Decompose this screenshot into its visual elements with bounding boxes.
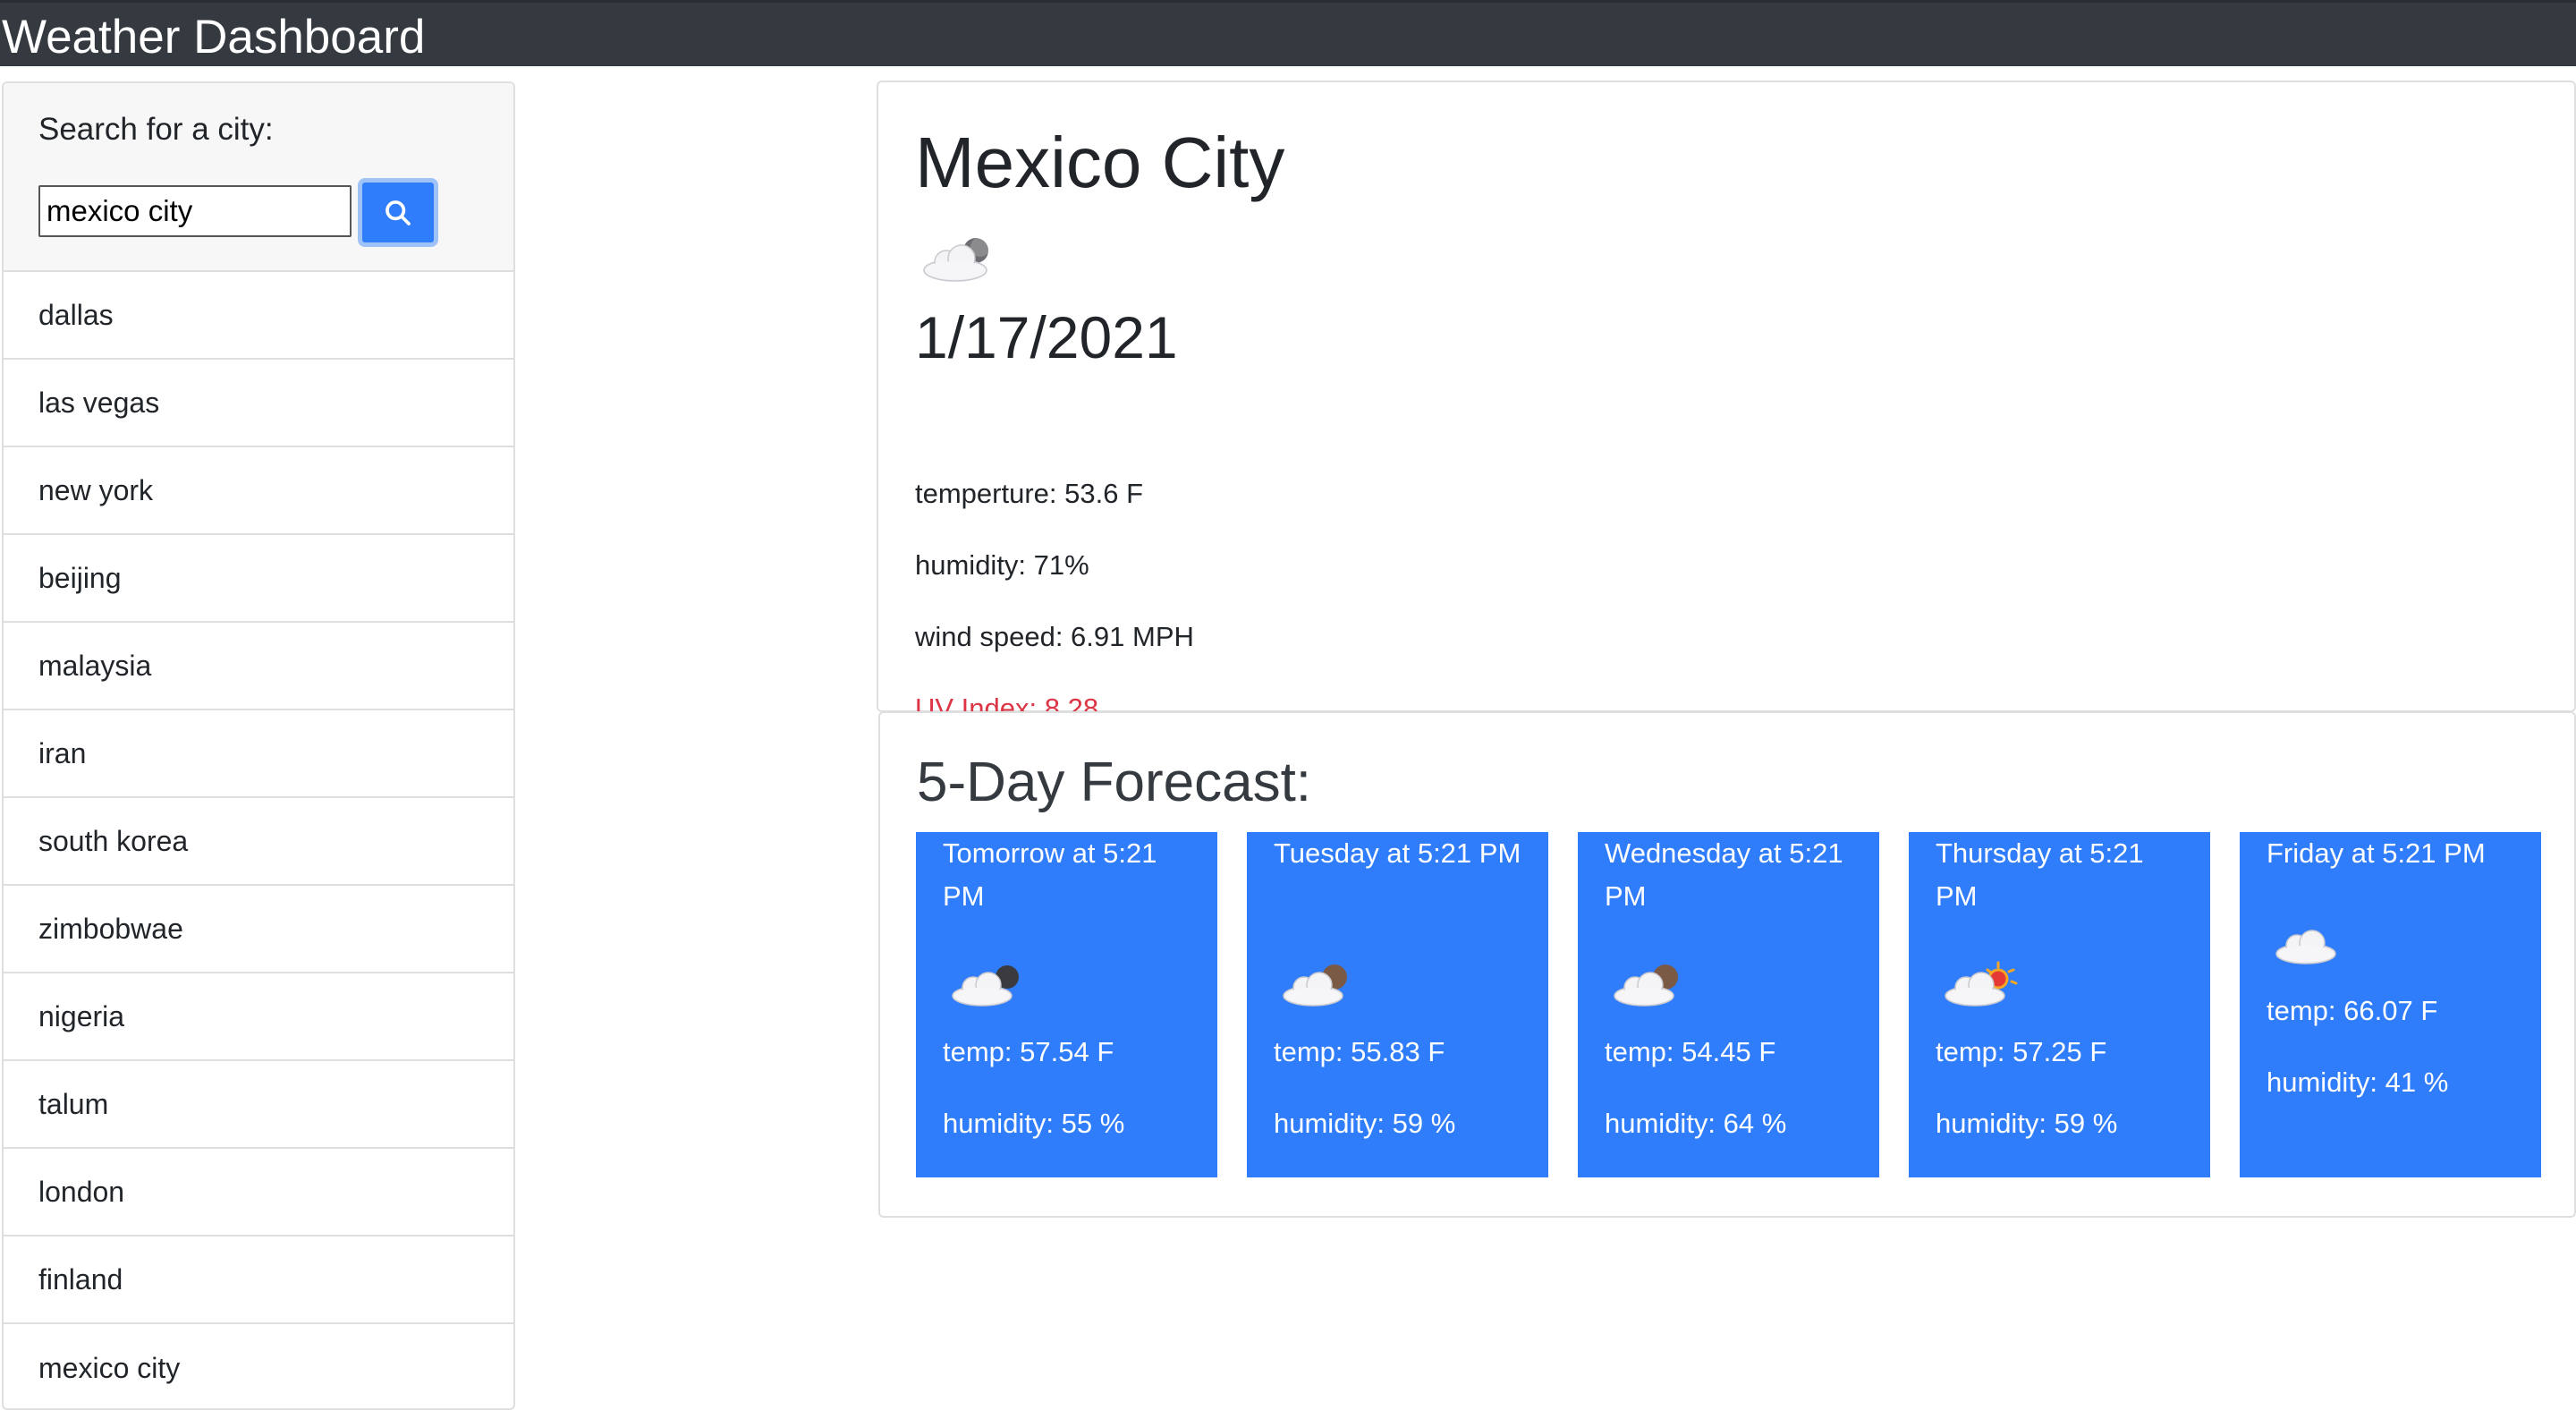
city-name: Mexico City bbox=[915, 123, 1285, 202]
forecast-day-title: Thursday at 5:21 PM bbox=[1936, 837, 2144, 912]
forecast-day-temp: temp: 57.54 F bbox=[943, 1036, 1114, 1067]
forecast-card: 5-Day Forecast: Tomorrow at 5:21 PM temp… bbox=[878, 711, 2576, 1218]
forecast-day: Tuesday at 5:21 PM temp: 55.83 F humidit… bbox=[1247, 832, 1548, 1177]
history-item[interactable]: nigeria bbox=[4, 973, 513, 1061]
search-icon bbox=[386, 200, 411, 225]
history-item[interactable]: zimbobwae bbox=[4, 886, 513, 973]
search-button[interactable] bbox=[358, 178, 438, 247]
forecast-day-temp: temp: 66.07 F bbox=[2267, 995, 2438, 1026]
current-wind-speed: wind speed: 6.91 MPH bbox=[915, 621, 1194, 652]
cloud-moon-icon bbox=[1610, 959, 1690, 1013]
history-item[interactable]: las vegas bbox=[4, 360, 513, 447]
forecast-day-title: Wednesday at 5:21 PM bbox=[1605, 837, 1843, 912]
navbar: Weather Dashboard bbox=[0, 0, 2576, 66]
search-panel: Search for a city: bbox=[4, 83, 513, 272]
search-history-list: dallas las vegas new york beijing malays… bbox=[4, 272, 513, 1408]
current-date: 1/17/2021 bbox=[915, 304, 1178, 370]
forecast-day-title: Friday at 5:21 PM bbox=[2267, 837, 2486, 869]
current-humidity: humidity: 71% bbox=[915, 549, 1089, 581]
forecast-day-humidity: humidity: 59 % bbox=[1936, 1108, 2118, 1139]
forecast-day-title: Tomorrow at 5:21 PM bbox=[943, 837, 1157, 912]
forecast-day-temp: temp: 57.25 F bbox=[1936, 1036, 2107, 1067]
forecast-day: Thursday at 5:21 PM temp: 57.25 F humidi… bbox=[1909, 832, 2210, 1177]
forecast-day-title: Tuesday at 5:21 PM bbox=[1274, 837, 1521, 869]
current-weather-card: Mexico City 1/17/2021 temperture: 53.6 F… bbox=[877, 81, 2576, 724]
sidebar: Search for a city: dallas las vegas new … bbox=[2, 81, 515, 1410]
history-item[interactable]: talum bbox=[4, 1061, 513, 1149]
cloud-moon-dark-icon bbox=[948, 959, 1029, 1013]
forecast-day-humidity: humidity: 59 % bbox=[1274, 1108, 1456, 1139]
history-item[interactable]: finland bbox=[4, 1236, 513, 1324]
search-label: Search for a city: bbox=[38, 112, 274, 147]
cloud-sun-icon bbox=[1941, 959, 2021, 1013]
forecast-day-temp: temp: 55.83 F bbox=[1274, 1036, 1445, 1067]
forecast-title: 5-Day Forecast: bbox=[917, 752, 1312, 813]
cloud-moon-icon bbox=[919, 230, 1000, 288]
history-item[interactable]: beijing bbox=[4, 535, 513, 623]
history-item[interactable]: malaysia bbox=[4, 623, 513, 710]
forecast-day: Friday at 5:21 PM temp: 66.07 F humidity… bbox=[2240, 832, 2541, 1177]
forecast-day: Wednesday at 5:21 PM temp: 54.45 F humid… bbox=[1578, 832, 1879, 1177]
forecast-day-humidity: humidity: 55 % bbox=[943, 1108, 1125, 1139]
history-item[interactable]: mexico city bbox=[4, 1324, 513, 1408]
forecast-day-temp: temp: 54.45 F bbox=[1605, 1036, 1776, 1067]
history-item[interactable]: iran bbox=[4, 710, 513, 798]
cloud-icon bbox=[2272, 917, 2352, 971]
current-temperature: temperture: 53.6 F bbox=[915, 478, 1144, 509]
app-title: Weather Dashboard bbox=[2, 11, 426, 64]
cloud-moon-icon bbox=[1279, 959, 1360, 1013]
forecast-day-humidity: humidity: 64 % bbox=[1605, 1108, 1787, 1139]
history-item[interactable]: dallas bbox=[4, 272, 513, 360]
forecast-day: Tomorrow at 5:21 PM temp: 57.54 F humidi… bbox=[916, 832, 1217, 1177]
search-input[interactable] bbox=[38, 185, 352, 237]
forecast-day-humidity: humidity: 41 % bbox=[2267, 1066, 2449, 1098]
history-item[interactable]: new york bbox=[4, 447, 513, 535]
history-item[interactable]: london bbox=[4, 1149, 513, 1236]
history-item[interactable]: south korea bbox=[4, 798, 513, 886]
